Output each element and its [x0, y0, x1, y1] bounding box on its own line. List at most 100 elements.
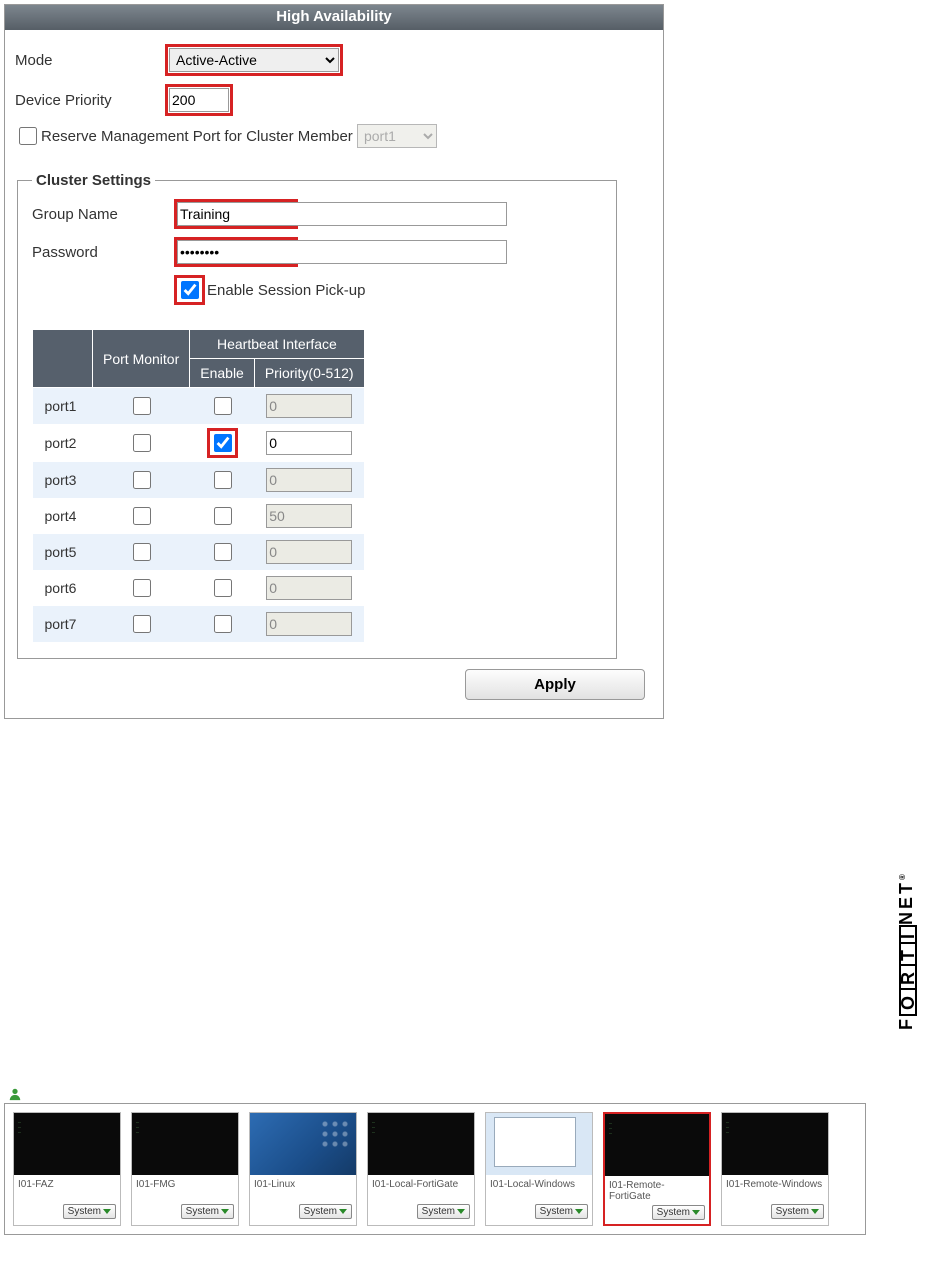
port-monitor-checkbox[interactable]: [133, 615, 151, 633]
group-input-ext[interactable]: [295, 202, 507, 226]
vm-system-row: System: [14, 1201, 120, 1223]
reserve-label: Reserve Management Port for Cluster Memb…: [41, 128, 353, 145]
port-name-cell: port4: [33, 498, 93, 534]
hb-priority-cell: [254, 388, 364, 424]
reserve-row: Reserve Management Port for Cluster Memb…: [15, 124, 653, 148]
port-monitor-cell: [93, 462, 190, 498]
chevron-down-icon: [339, 1209, 347, 1214]
th-port-monitor: Port Monitor: [93, 330, 190, 388]
group-row: Group Name: [32, 199, 602, 229]
session-pickup-checkbox[interactable]: [181, 281, 199, 299]
password-input[interactable]: [177, 240, 295, 264]
table-row: port2: [33, 424, 365, 462]
hb-enable-checkbox[interactable]: [214, 615, 232, 633]
fortinet-logo: FORTINET®: [896, 874, 917, 1030]
vm-thumb-image: [486, 1113, 592, 1175]
vm-label: I01-Local-Windows: [486, 1175, 592, 1201]
ports-tbody: port1port2port3port4port5port6port7: [33, 388, 365, 642]
priority-input[interactable]: [169, 88, 229, 112]
port-monitor-checkbox[interactable]: [133, 471, 151, 489]
vm-bar-head: [4, 1085, 866, 1103]
vm-bar-wrap: ... ... ...I01-FAZSystem ... ... ...I01-…: [4, 1085, 866, 1235]
hb-enable-checkbox[interactable]: [214, 507, 232, 525]
vm-label: I01-Local-FortiGate: [368, 1175, 474, 1201]
port-monitor-checkbox[interactable]: [133, 543, 151, 561]
vm-thumb-image: ... ... ...: [368, 1113, 474, 1175]
port-name-cell: port1: [33, 388, 93, 424]
hb-priority-input: [266, 394, 352, 418]
system-button[interactable]: System: [299, 1204, 352, 1219]
hb-priority-cell: [254, 462, 364, 498]
chevron-down-icon: [692, 1210, 700, 1215]
port-monitor-cell: [93, 534, 190, 570]
cluster-legend: Cluster Settings: [32, 172, 155, 189]
hb-priority-input[interactable]: [266, 431, 352, 455]
ha-panel: High Availability Mode Active-Active Dev…: [4, 4, 664, 719]
vm-thumb-image: ... ... ...: [132, 1113, 238, 1175]
hb-priority-cell: [254, 570, 364, 606]
vm-thumb-image: ... ... ...: [14, 1113, 120, 1175]
vm-thumbnail[interactable]: ... ... ...I01-FMG System: [131, 1112, 239, 1226]
vm-thumbnail[interactable]: ... ... ...I01-Local-FortiGate System: [367, 1112, 475, 1226]
mode-select[interactable]: Active-Active: [169, 48, 339, 72]
vm-thumbnail[interactable]: I01-Local-Windows System: [485, 1112, 593, 1226]
port-monitor-cell: [93, 388, 190, 424]
hb-enable-checkbox[interactable]: [214, 434, 232, 452]
mode-label: Mode: [15, 52, 165, 69]
user-icon: [8, 1087, 22, 1101]
hb-enable-cell: [190, 388, 255, 424]
hb-enable-checkbox[interactable]: [214, 579, 232, 597]
password-label: Password: [32, 244, 174, 261]
system-button[interactable]: System: [63, 1204, 116, 1219]
table-row: port6: [33, 570, 365, 606]
password-input-ext[interactable]: [295, 240, 507, 264]
system-button[interactable]: System: [181, 1204, 234, 1219]
chevron-down-icon: [575, 1209, 583, 1214]
hb-enable-cell: [190, 570, 255, 606]
session-pickup-row: Enable Session Pick-up: [32, 275, 602, 305]
hb-priority-input: [266, 576, 352, 600]
system-button[interactable]: System: [652, 1205, 705, 1220]
apply-button[interactable]: Apply: [465, 669, 645, 700]
vm-system-row: System: [132, 1201, 238, 1223]
hb-enable-checkbox[interactable]: [214, 397, 232, 415]
table-row: port4: [33, 498, 365, 534]
port-name-cell: port5: [33, 534, 93, 570]
group-input[interactable]: [177, 202, 295, 226]
vm-label: I01-FMG: [132, 1175, 238, 1201]
port-name-cell: port2: [33, 424, 93, 462]
reserve-checkbox[interactable]: [19, 127, 37, 145]
port-monitor-checkbox[interactable]: [133, 507, 151, 525]
ports-table: Port Monitor Heartbeat Interface Enable …: [32, 329, 365, 642]
vm-thumbnail[interactable]: I01-Linux System: [249, 1112, 357, 1226]
port-name-cell: port6: [33, 570, 93, 606]
hb-enable-checkbox[interactable]: [214, 471, 232, 489]
vm-thumbnail[interactable]: ... ... ...I01-FAZSystem: [13, 1112, 121, 1226]
mode-row: Mode Active-Active: [15, 44, 653, 76]
hb-priority-cell: [254, 498, 364, 534]
system-button[interactable]: System: [771, 1204, 824, 1219]
vm-thumbnail[interactable]: ... ... ...I01-Remote-FortiGateSystem: [603, 1112, 711, 1226]
port-monitor-checkbox[interactable]: [133, 397, 151, 415]
ports-thead: Port Monitor Heartbeat Interface Enable …: [33, 330, 365, 388]
hb-enable-checkbox[interactable]: [214, 543, 232, 561]
table-row: port3: [33, 462, 365, 498]
highlight-mode: Active-Active: [165, 44, 343, 76]
chevron-down-icon: [103, 1209, 111, 1214]
vm-thumbnail[interactable]: ... ... ...I01-Remote-WindowsSystem: [721, 1112, 829, 1226]
port-monitor-checkbox[interactable]: [133, 579, 151, 597]
hb-enable-cell: [190, 606, 255, 642]
system-button[interactable]: System: [417, 1204, 470, 1219]
hb-enable-cell: [190, 462, 255, 498]
system-button[interactable]: System: [535, 1204, 588, 1219]
vm-label: I01-Linux: [250, 1175, 356, 1201]
port-monitor-checkbox[interactable]: [133, 434, 151, 452]
hb-priority-input: [266, 612, 352, 636]
port-monitor-cell: [93, 606, 190, 642]
vm-system-row: System: [722, 1201, 828, 1223]
th-heartbeat: Heartbeat Interface: [190, 330, 364, 359]
vm-thumb-image: ... ... ...: [605, 1114, 709, 1176]
hb-priority-input: [266, 540, 352, 564]
table-row: port7: [33, 606, 365, 642]
port-monitor-cell: [93, 424, 190, 462]
